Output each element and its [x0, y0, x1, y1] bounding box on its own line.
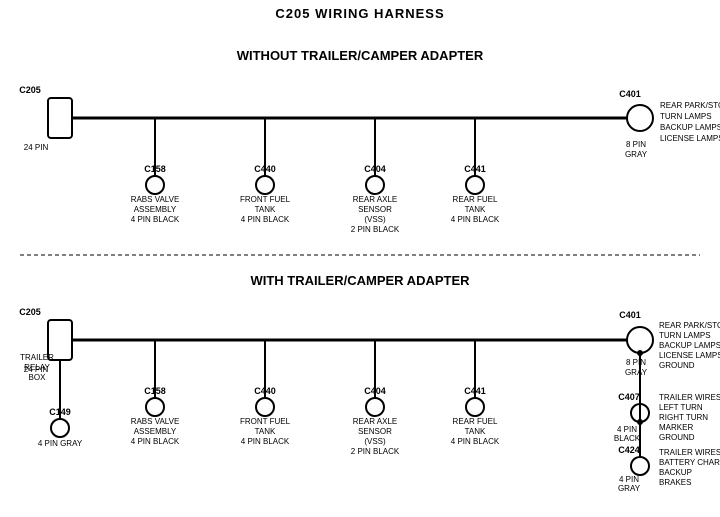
svg-text:RELAY: RELAY [24, 363, 50, 372]
svg-text:GROUND: GROUND [659, 361, 695, 370]
svg-text:GRAY: GRAY [625, 368, 648, 377]
svg-text:C401: C401 [619, 310, 641, 320]
svg-text:4 PIN BLACK: 4 PIN BLACK [241, 437, 290, 446]
svg-text:BACKUP: BACKUP [659, 468, 692, 477]
svg-text:C158: C158 [144, 164, 166, 174]
wiring-diagram: WITHOUT TRAILER/CAMPER ADAPTER C205 24 P… [0, 0, 720, 517]
svg-text:C407: C407 [618, 392, 640, 402]
svg-text:C149: C149 [49, 407, 71, 417]
svg-text:TANK: TANK [255, 205, 276, 214]
svg-text:ASSEMBLY: ASSEMBLY [134, 427, 177, 436]
svg-text:4 PIN BLACK: 4 PIN BLACK [131, 215, 180, 224]
svg-text:C440: C440 [254, 164, 276, 174]
svg-text:C158: C158 [144, 386, 166, 396]
svg-text:2 PIN BLACK: 2 PIN BLACK [351, 447, 400, 456]
svg-text:WITH TRAILER/CAMPER ADAPTER: WITH TRAILER/CAMPER ADAPTER [250, 273, 470, 288]
svg-text:4 PIN GRAY: 4 PIN GRAY [38, 439, 83, 448]
svg-text:TANK: TANK [465, 427, 486, 436]
page: C205 WIRING HARNESS WITHOUT TRAILER/CAMP… [0, 0, 720, 517]
svg-text:REAR FUEL: REAR FUEL [453, 417, 498, 426]
svg-text:RABS VALVE: RABS VALVE [131, 417, 180, 426]
svg-text:C441: C441 [464, 164, 486, 174]
svg-text:RABS VALVE: RABS VALVE [131, 195, 180, 204]
svg-text:TRAILER WIRES: TRAILER WIRES [659, 393, 720, 402]
svg-text:GRAY: GRAY [625, 150, 648, 159]
svg-text:24 PIN: 24 PIN [24, 143, 49, 152]
svg-text:RIGHT TURN: RIGHT TURN [659, 413, 708, 422]
svg-text:(VSS): (VSS) [364, 215, 386, 224]
svg-text:GRAY: GRAY [618, 484, 641, 493]
svg-text:4 PIN: 4 PIN [619, 475, 639, 484]
svg-text:4 PIN BLACK: 4 PIN BLACK [451, 215, 500, 224]
svg-text:TANK: TANK [465, 205, 486, 214]
svg-text:FRONT FUEL: FRONT FUEL [240, 195, 291, 204]
svg-text:BLACK: BLACK [614, 434, 641, 443]
svg-text:ASSEMBLY: ASSEMBLY [134, 205, 177, 214]
svg-text:C404: C404 [364, 386, 386, 396]
svg-text:BRAKES: BRAKES [659, 478, 691, 487]
svg-text:LEFT TURN: LEFT TURN [659, 403, 703, 412]
svg-text:C440: C440 [254, 386, 276, 396]
svg-text:BOX: BOX [29, 373, 47, 382]
svg-text:4 PIN BLACK: 4 PIN BLACK [131, 437, 180, 446]
svg-text:8 PIN: 8 PIN [626, 358, 646, 367]
svg-text:TRAILER: TRAILER [20, 353, 54, 362]
svg-text:TANK: TANK [255, 427, 276, 436]
svg-text:C205: C205 [19, 307, 41, 317]
svg-text:4 PIN BLACK: 4 PIN BLACK [241, 215, 290, 224]
svg-text:SENSOR: SENSOR [358, 205, 392, 214]
svg-text:TURN LAMPS: TURN LAMPS [659, 331, 711, 340]
svg-text:LICENSE LAMPS: LICENSE LAMPS [660, 134, 720, 143]
svg-text:4 PIN: 4 PIN [617, 425, 637, 434]
svg-text:BATTERY CHARGE: BATTERY CHARGE [659, 458, 720, 467]
svg-text:C401: C401 [619, 89, 641, 99]
svg-text:2 PIN BLACK: 2 PIN BLACK [351, 225, 400, 234]
svg-text:BACKUP LAMPS: BACKUP LAMPS [659, 341, 720, 350]
svg-text:C404: C404 [364, 164, 386, 174]
svg-text:4 PIN BLACK: 4 PIN BLACK [451, 437, 500, 446]
svg-text:C424: C424 [618, 445, 640, 455]
svg-text:C205: C205 [19, 85, 41, 95]
svg-text:(VSS): (VSS) [364, 437, 386, 446]
svg-text:WITHOUT TRAILER/CAMPER ADAPT: WITHOUT TRAILER/CAMPER ADAPTER [237, 48, 484, 63]
svg-text:LICENSE LAMPS: LICENSE LAMPS [659, 351, 720, 360]
svg-text:TRAILER WIRES: TRAILER WIRES [659, 448, 720, 457]
svg-text:REAR PARK/STOP: REAR PARK/STOP [659, 321, 720, 330]
svg-text:FRONT FUEL: FRONT FUEL [240, 417, 291, 426]
svg-text:BACKUP LAMPS: BACKUP LAMPS [660, 123, 720, 132]
svg-text:GROUND: GROUND [659, 433, 695, 442]
svg-text:REAR AXLE: REAR AXLE [353, 417, 397, 426]
svg-text:MARKER: MARKER [659, 423, 693, 432]
svg-text:REAR FUEL: REAR FUEL [453, 195, 498, 204]
svg-text:REAR PARK/STOP: REAR PARK/STOP [660, 101, 720, 110]
svg-text:C441: C441 [464, 386, 486, 396]
svg-text:REAR AXLE: REAR AXLE [353, 195, 397, 204]
svg-text:SENSOR: SENSOR [358, 427, 392, 436]
svg-text:TURN LAMPS: TURN LAMPS [660, 112, 712, 121]
svg-text:8 PIN: 8 PIN [626, 140, 646, 149]
